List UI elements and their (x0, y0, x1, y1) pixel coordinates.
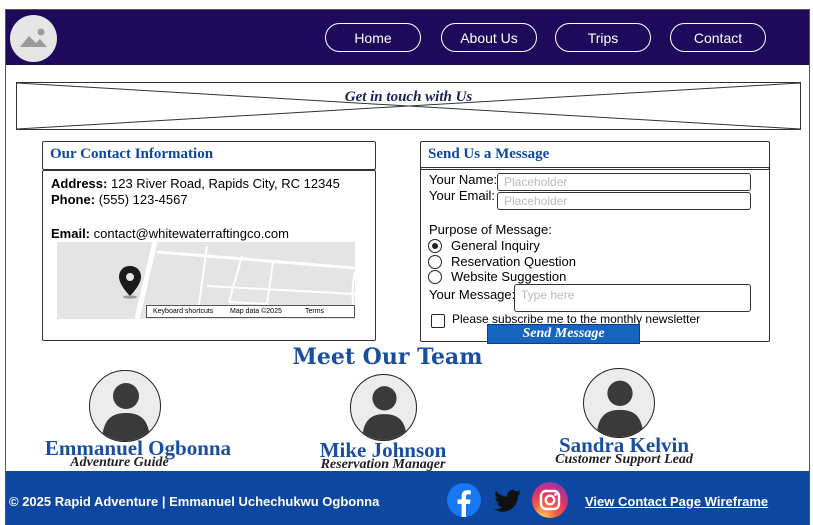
top-nav-bar: Home About Us Trips Contact (6, 10, 809, 65)
twitter-icon[interactable] (488, 481, 526, 519)
keyboard-shortcuts-link[interactable]: Keyboard shortcuts (153, 306, 213, 317)
message-form: Your Name: Placeholder Your Email: Place… (420, 167, 770, 344)
email-input[interactable]: Placeholder (497, 192, 751, 210)
purpose-label: Purpose of Message: (429, 222, 552, 237)
name-label: Your Name: (429, 172, 498, 187)
radio-label-website-suggestion: Website Suggestion (451, 269, 567, 284)
email-line: Email: contact@whitewaterraftingco.com (51, 226, 289, 241)
instagram-icon[interactable] (531, 481, 569, 519)
phone-line: Phone: (555) 123-4567 (51, 192, 188, 207)
radio-reservation-question[interactable] (428, 255, 442, 269)
image-placeholder-icon (20, 28, 47, 47)
view-wireframe-link[interactable]: View Contact Page Wireframe (585, 494, 768, 509)
phone-value: (555) 123-4567 (98, 192, 188, 207)
footer: © 2025 Rapid Adventure | Emmanuel Uchech… (6, 471, 809, 525)
team-member-role: Customer Support Lead (555, 452, 693, 467)
nav-about-button[interactable]: About Us (441, 23, 537, 52)
team-heading: Meet Our Team (292, 344, 483, 370)
map-pin-icon (119, 266, 141, 299)
address-value: 123 River Road, Rapids City, RC 12345 (110, 176, 340, 191)
avatar (350, 374, 417, 441)
newsletter-checkbox[interactable] (431, 314, 445, 328)
nav-trips-button[interactable]: Trips (555, 23, 651, 52)
logo[interactable] (10, 15, 57, 62)
map-attribution: Keyboard shortcuts Map data ©2025 Terms (146, 305, 355, 318)
facebook-icon[interactable] (445, 481, 483, 519)
avatar (89, 370, 161, 442)
banner-image-placeholder: Get in touch with Us (16, 82, 801, 130)
user-silhouette-icon (102, 383, 150, 441)
contact-info-heading: Our Contact Information (42, 141, 376, 170)
message-textarea[interactable]: Type here (514, 284, 751, 312)
email-value[interactable]: contact@whitewaterraftingco.com (94, 226, 289, 241)
address-line: Address: 123 River Road, Rapids City, RC… (51, 176, 340, 191)
terms-link[interactable]: Terms (305, 306, 324, 317)
nav-home-button[interactable]: Home (325, 23, 421, 52)
message-form-heading: Send Us a Message (420, 141, 770, 170)
avatar (583, 368, 655, 438)
radio-label-general-inquiry: General Inquiry (451, 238, 540, 253)
address-label: Address: (51, 176, 108, 191)
nav-contact-button[interactable]: Contact (670, 23, 766, 52)
radio-general-inquiry[interactable] (428, 239, 442, 253)
email-label: Your Email: (429, 188, 495, 203)
radio-label-reservation-question: Reservation Question (451, 254, 577, 269)
page-title: Get in touch with Us (344, 89, 473, 105)
user-silhouette-icon (362, 386, 407, 440)
radio-website-suggestion[interactable] (428, 270, 442, 284)
email-label: Email: (51, 226, 91, 241)
send-message-button[interactable]: Send Message (487, 324, 640, 344)
contact-info-panel: Address: 123 River Road, Rapids City, RC… (42, 170, 376, 341)
copyright-text: © 2025 Rapid Adventure | Emmanuel Uchech… (9, 494, 380, 509)
phone-label: Phone: (51, 192, 96, 207)
team-member-role: Adventure Guide (70, 455, 169, 470)
map-embed[interactable]: Keyboard shortcuts Map data ©2025 Terms (57, 242, 355, 319)
map-data-text: Map data ©2025 (230, 308, 282, 315)
message-label: Your Message: (429, 287, 516, 302)
name-input[interactable]: Placeholder (497, 173, 751, 191)
user-silhouette-icon (596, 380, 644, 437)
